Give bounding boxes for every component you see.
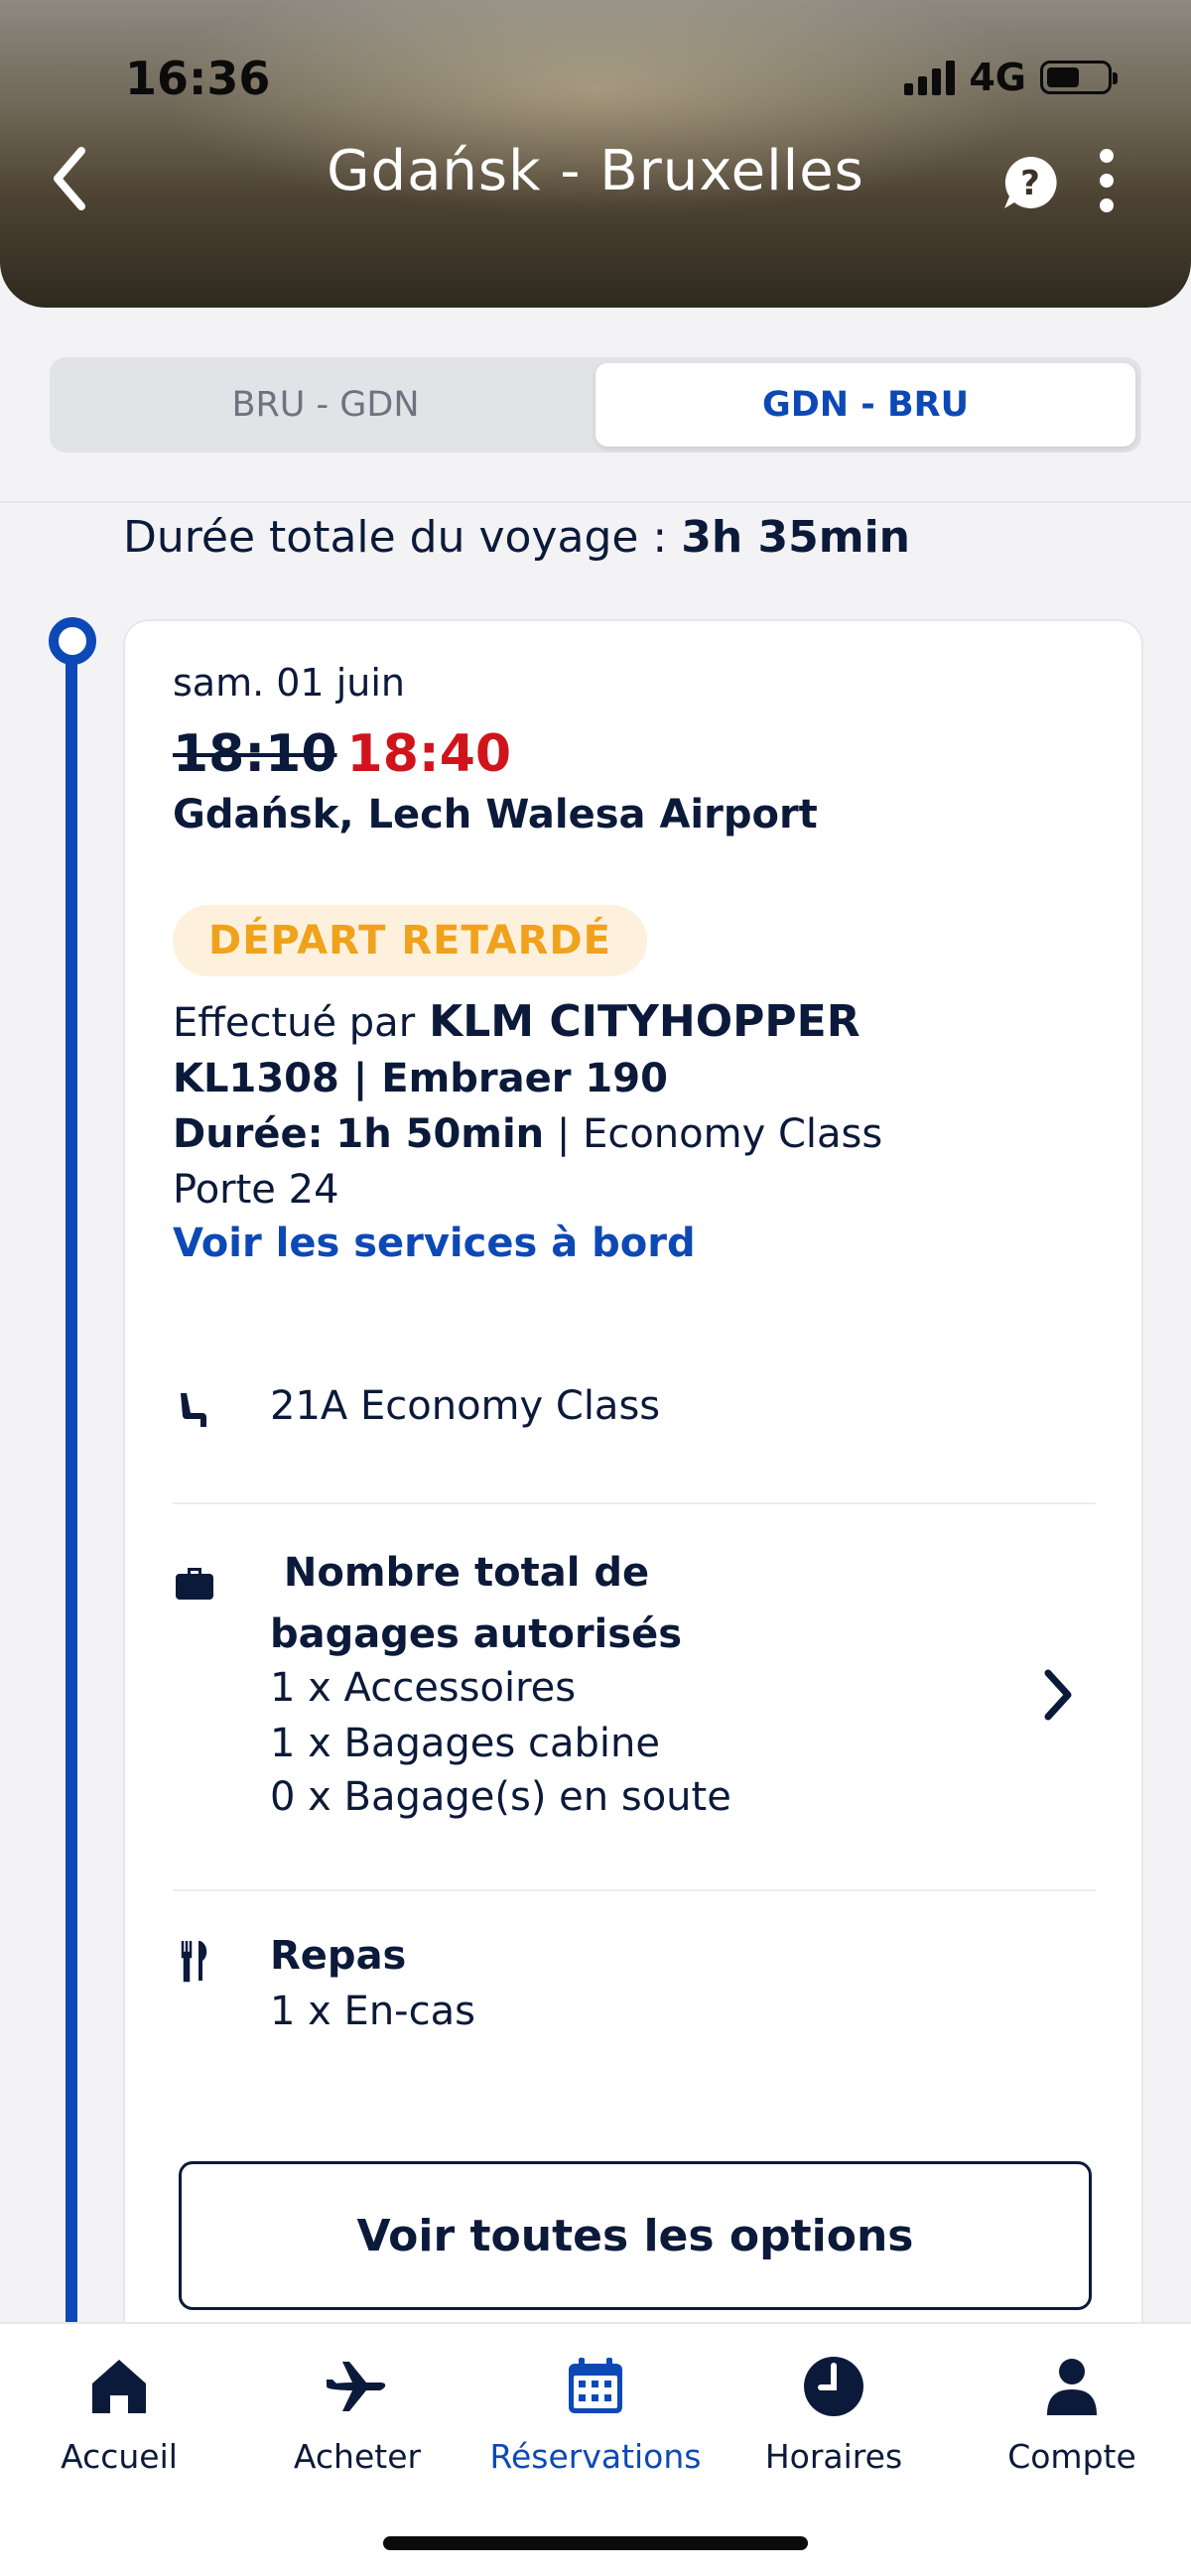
cutlery-icon [181,1941,207,1983]
help-button[interactable]: ? [1000,153,1060,212]
nav-label: Acheter [293,2437,422,2476]
status-badge: DÉPART RETARDÉ [173,905,647,976]
timeline-node [49,617,96,665]
seat-assignment: 21A Economy Class [270,1383,661,1429]
chevron-right-icon[interactable] [1038,1667,1078,1723]
operated-label: Effectué par [173,1000,416,1046]
tab-bru-gdn[interactable]: BRU - GDN [56,363,596,447]
home-icon [92,2360,146,2413]
divider [173,1502,1096,1504]
baggage-item: 1 x Bagages cabine [270,1721,660,1766]
onboard-services-link[interactable]: Voir les services à bord [173,1221,696,1266]
home-indicator [383,2536,808,2550]
duration-value: 1h 50min [335,1111,545,1157]
meal-item: 1 x En-cas [270,1989,475,2034]
nav-buy[interactable]: Acheter [238,2352,476,2501]
departure-airport: Gdańsk, Lech Walesa Airport [173,792,818,837]
user-icon [1047,2359,1097,2415]
meal-title: Repas [270,1933,407,1979]
flight-number-aircraft: KL1308 | Embraer 190 [173,1056,668,1101]
cabin-class: | Economy Class [556,1111,883,1157]
trip-duration-label: Durée totale du voyage : [123,512,682,563]
nav-label: Accueil [61,2437,178,2476]
svg-text:?: ? [1020,164,1040,203]
flight-duration: Durée: 1h 50min | Economy Class [173,1111,882,1157]
direction-tabs: BRU - GDN GDN - BRU [50,357,1141,452]
header: 16:36 4G Gdańsk - Bruxelles ? [0,0,1191,308]
flight-segment-card: sam. 01 juin 18:10 18:40 Gdańsk, Lech Wal… [123,619,1143,2405]
nav-account[interactable]: Compte [953,2352,1191,2501]
baggage-title: Nombre total de bagages autorisés [270,1542,682,1665]
flight-date: sam. 01 juin [173,661,405,705]
gate: Porte 24 [173,1167,339,1213]
operator-name: KLM CITYHOPPER [429,996,860,1047]
nav-label: Horaires [764,2437,903,2476]
duration-label: Durée: [173,1111,324,1157]
nav-reservations[interactable]: Réservations [476,2352,715,2501]
network-type: 4G [969,56,1026,99]
departure-times: 18:10 18:40 [173,724,511,784]
baggage-item: 0 x Bagage(s) en soute [270,1774,731,1820]
nav-home[interactable]: Accueil [0,2352,238,2501]
tab-gdn-bru[interactable]: GDN - BRU [596,363,1135,447]
nav-label: Réservations [489,2437,702,2476]
view-all-options-button[interactable]: Voir toutes les options [179,2161,1092,2310]
seat-icon [181,1393,206,1427]
clock-icon [804,2357,863,2416]
battery-fill [1047,67,1079,87]
status-indicators: 4G [904,56,1118,99]
more-options-button[interactable] [1090,149,1124,212]
baggage-title-line2: bagages autorisés [270,1611,682,1657]
plane-icon [327,2362,386,2411]
baggage-item: 1 x Accessoires [270,1665,577,1711]
operated-by: Effectué par KLM CITYHOPPER [173,996,860,1047]
calendar-icon [569,2358,622,2413]
help-icon: ? [1004,156,1057,208]
scheduled-time: 18:10 [173,724,337,784]
signal-icon [904,60,956,95]
trip-duration-value: 3h 35min [681,512,910,563]
new-departure-time: 18:40 [346,724,512,784]
timeline-line [66,663,77,2322]
trip-duration: Durée totale du voyage : 3h 35min [123,512,910,563]
nav-label: Compte [1007,2437,1136,2476]
status-time: 16:36 [125,52,271,105]
divider [0,501,1191,503]
divider [173,1889,1096,1891]
baggage-title-line1: Nombre total de [270,1550,650,1596]
nav-schedules[interactable]: Horaires [715,2352,953,2501]
battery-icon [1040,61,1118,94]
suitcase-icon [176,1568,213,1600]
